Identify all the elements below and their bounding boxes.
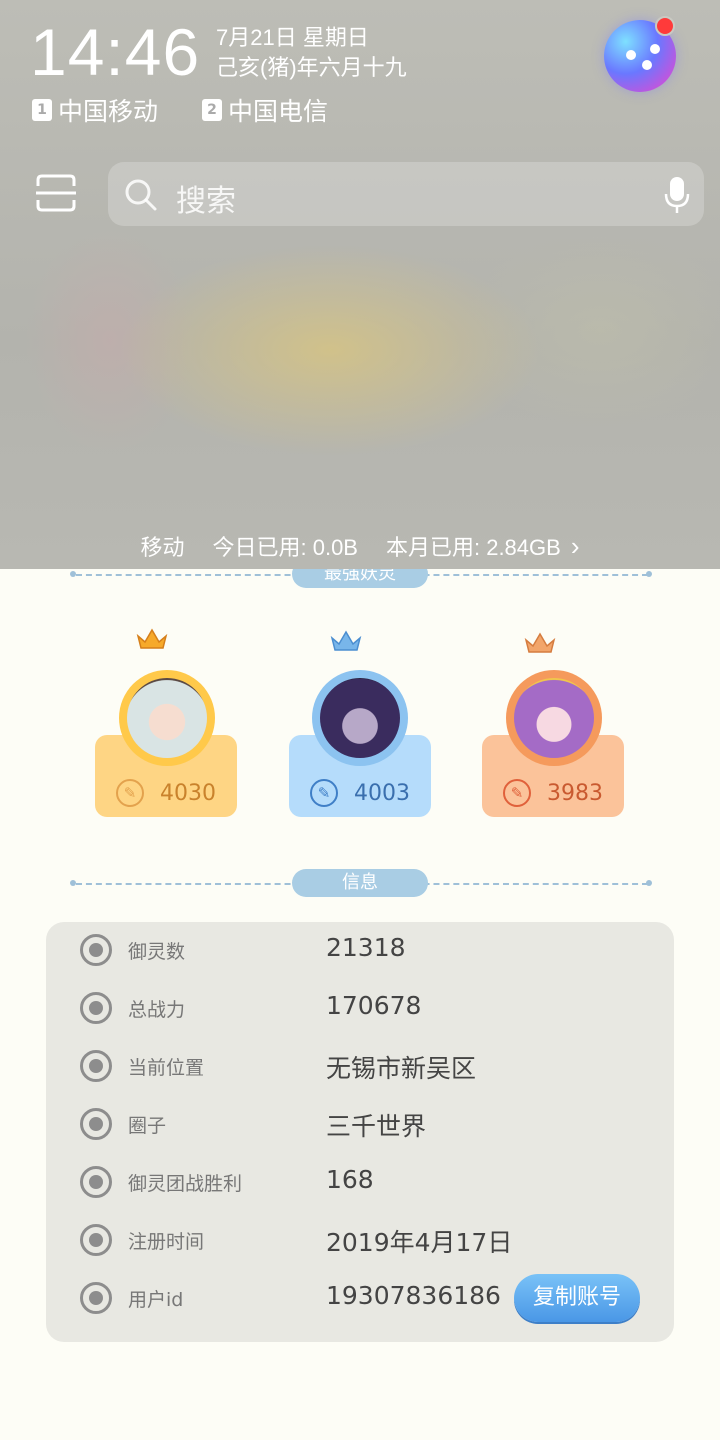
info-row-spirit-count: 御灵数 21318 [46, 922, 674, 980]
info-panel: 御灵数 21318 总战力 170678 当前位置 无锡市新吴区 圈子 三千世界… [46, 922, 674, 1342]
sword-icon: ✎ [503, 779, 531, 807]
clock-icon [80, 1224, 112, 1256]
rank-score: 3983 [547, 780, 603, 806]
sim2-carrier-label: 中国电信 [228, 97, 329, 126]
sim2-badge: 2 [202, 99, 222, 121]
search-icon [125, 179, 157, 211]
rank-score: 4003 [354, 780, 410, 806]
info-label: 当前位置 [128, 1057, 205, 1079]
notification-badge [655, 16, 675, 36]
info-label: 用户id [128, 1289, 184, 1311]
info-label: 御灵团战胜利 [128, 1173, 243, 1195]
data-usage-bar[interactable]: 移动 今日已用: 0.0B 本月已用: 2.84GB › [0, 530, 720, 562]
clock: 14:46 [30, 15, 201, 89]
info-value: 21318 [326, 933, 406, 962]
avatar-rank-1[interactable] [119, 670, 215, 766]
info-value: 2019年4月17日 [326, 1228, 513, 1257]
avatar-image [127, 678, 207, 758]
copy-account-button[interactable]: 复制账号 [514, 1274, 640, 1322]
tower-icon [80, 1166, 112, 1198]
sword-icon: ✎ [310, 779, 338, 807]
info-value: 19307836186 [326, 1281, 501, 1310]
avatar-rank-3[interactable] [506, 670, 602, 766]
sword-icon: ✎ [116, 779, 144, 807]
info-label: 圈子 [128, 1115, 167, 1137]
info-value: 三千世界 [326, 1112, 427, 1141]
spirit-icon [80, 934, 112, 966]
info-label: 御灵数 [128, 941, 186, 963]
divider-dot [646, 880, 652, 886]
info-value: 无锡市新吴区 [326, 1054, 477, 1083]
avatar-image [320, 678, 400, 758]
search-bar[interactable]: 搜索 [108, 162, 704, 226]
date: 7月21日 星期日 [216, 25, 369, 50]
scan-icon[interactable] [36, 174, 76, 212]
info-row-location: 当前位置 无锡市新吴区 [46, 1038, 674, 1096]
sim1-carrier-label: 中国移动 [58, 97, 159, 126]
avatar-rank-2[interactable] [312, 670, 408, 766]
circle-target-icon [80, 1108, 112, 1140]
info-label: 总战力 [128, 999, 186, 1021]
info-row-team-wins: 御灵团战胜利 168 [46, 1154, 674, 1212]
data-carrier: 移动 [140, 535, 185, 560]
sim1-carrier: 1 中国移动 [32, 92, 158, 128]
info-label: 注册时间 [128, 1231, 205, 1253]
crown-icon [524, 632, 556, 653]
rank-score: 4030 [160, 780, 216, 806]
info-row-circle: 圈子 三千世界 [46, 1096, 674, 1154]
avatar-image [514, 678, 594, 758]
id-card-icon [80, 1282, 112, 1314]
info-value: 168 [326, 1165, 374, 1194]
info-row-power: 总战力 170678 [46, 980, 674, 1038]
data-today: 今日已用: 0.0B [212, 535, 358, 560]
crown-icon [330, 630, 362, 651]
sim2-carrier: 2 中国电信 [202, 92, 328, 128]
chevron-right-icon: › [570, 530, 580, 561]
info-value: 170678 [326, 991, 422, 1020]
sword-icon [80, 992, 112, 1024]
microphone-icon[interactable] [664, 176, 690, 214]
info-row-register-date: 注册时间 2019年4月17日 [46, 1212, 674, 1270]
sim1-badge: 1 [32, 99, 52, 121]
info-section-title: 信息 [292, 869, 428, 897]
notification-shade: 14:46 7月21日 星期日 己亥(猪)年六月十九 1 中国移动 2 中国电信… [0, 0, 720, 569]
data-month: 本月已用: 2.84GB [385, 535, 561, 560]
crown-icon [136, 628, 168, 649]
search-placeholder: 搜索 [176, 184, 236, 219]
location-pin-icon [80, 1050, 112, 1082]
divider-dot [646, 571, 652, 577]
lunar-date: 己亥(猪)年六月十九 [216, 55, 407, 80]
